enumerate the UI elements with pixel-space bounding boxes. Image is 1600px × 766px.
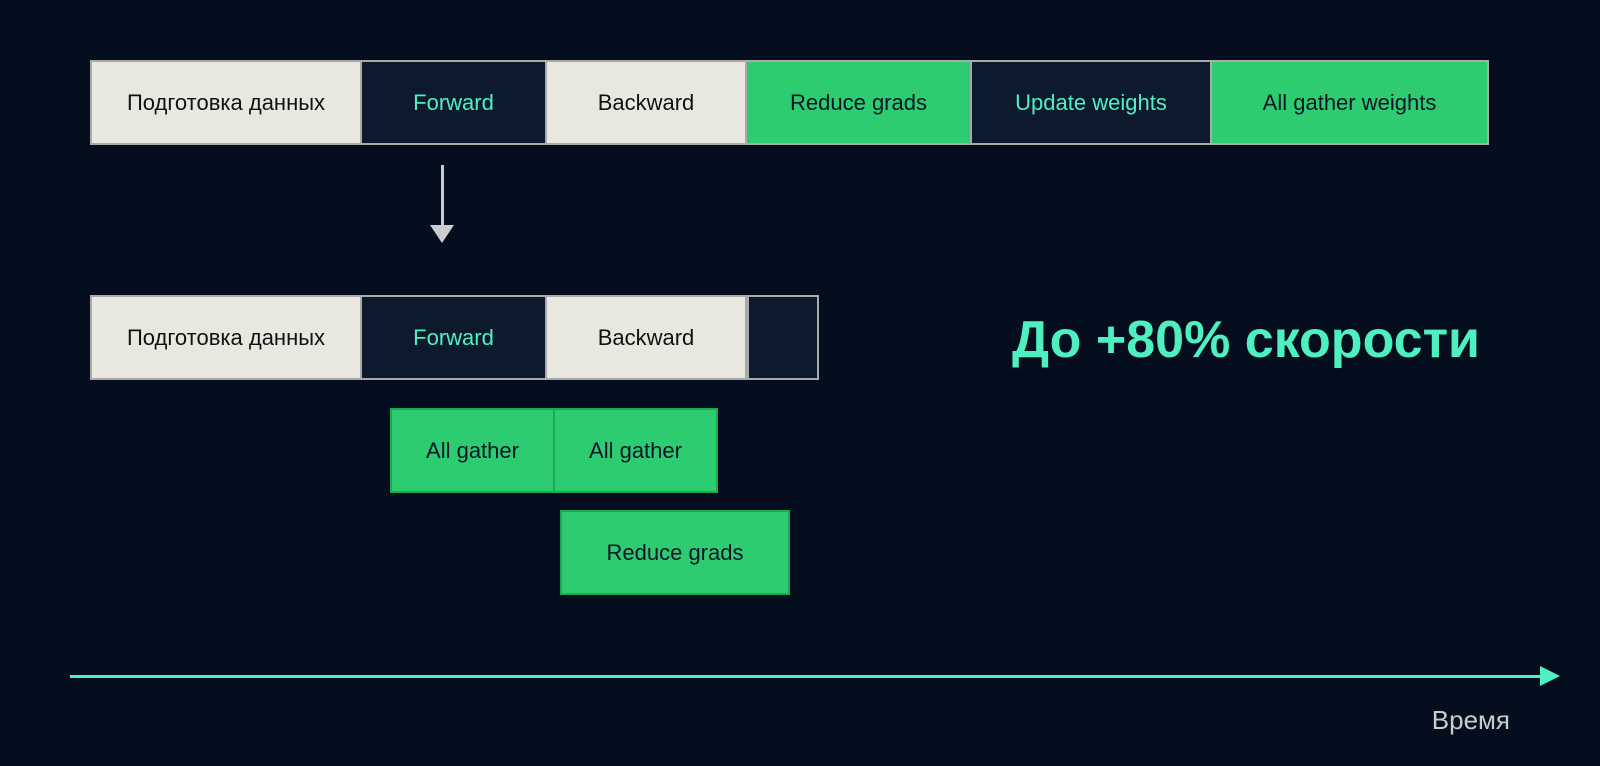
block-reduce-grads: Reduce grads bbox=[747, 62, 972, 143]
block-all-gather-2: All gather bbox=[553, 408, 718, 493]
block-all-gather-weights-label: All gather weights bbox=[1263, 90, 1437, 116]
speed-value: До +80% скорости bbox=[1012, 311, 1480, 369]
block-update-weights-label: Update weights bbox=[1015, 90, 1167, 116]
block-all-gather-1-label: All gather bbox=[426, 438, 519, 464]
block-all-gather-1: All gather bbox=[390, 408, 555, 493]
block-backward-2: Backward bbox=[547, 297, 747, 378]
time-label: Время bbox=[1432, 705, 1510, 736]
block-backward: Backward bbox=[547, 62, 747, 143]
block-forward-label: Forward bbox=[413, 90, 494, 116]
overlap-blocks-row: All gather All gather bbox=[390, 408, 718, 493]
arrow-shaft bbox=[441, 165, 444, 225]
block-reduce-grads-2-label: Reduce grads bbox=[607, 540, 744, 566]
block-data-prep-2-label: Подготовка данных bbox=[127, 325, 325, 351]
block-forward-2-label: Forward bbox=[413, 325, 494, 351]
block-backward-2-label: Backward bbox=[598, 325, 695, 351]
top-pipeline-row: Подготовка данных Forward Backward Reduc… bbox=[90, 60, 1489, 145]
block-reduce-grads-label: Reduce grads bbox=[790, 90, 927, 116]
block-all-gather-2-label: All gather bbox=[589, 438, 682, 464]
down-arrow bbox=[430, 165, 454, 243]
arrow-head bbox=[430, 225, 454, 243]
diagram-container: Подготовка данных Forward Backward Reduc… bbox=[0, 0, 1600, 766]
block-forward: Forward bbox=[362, 62, 547, 143]
timeline bbox=[70, 666, 1560, 686]
block-data-prep-label: Подготовка данных bbox=[127, 90, 325, 116]
block-forward-2: Forward bbox=[362, 297, 547, 378]
timeline-arrowhead bbox=[1540, 666, 1560, 686]
bottom-pipeline-row: Подготовка данных Forward Backward bbox=[90, 295, 819, 380]
block-data-prep: Подготовка данных bbox=[92, 62, 362, 143]
speed-text: До +80% скорости bbox=[1012, 310, 1480, 370]
block-update-weights: Update weights bbox=[972, 62, 1212, 143]
block-data-prep-2: Подготовка данных bbox=[92, 297, 362, 378]
block-small-dark bbox=[747, 297, 817, 378]
timeline-line bbox=[70, 675, 1540, 678]
block-reduce-grads-2: Reduce grads bbox=[560, 510, 790, 595]
block-backward-label: Backward bbox=[598, 90, 695, 116]
time-label-text: Время bbox=[1432, 705, 1510, 735]
block-all-gather-weights: All gather weights bbox=[1212, 62, 1487, 143]
